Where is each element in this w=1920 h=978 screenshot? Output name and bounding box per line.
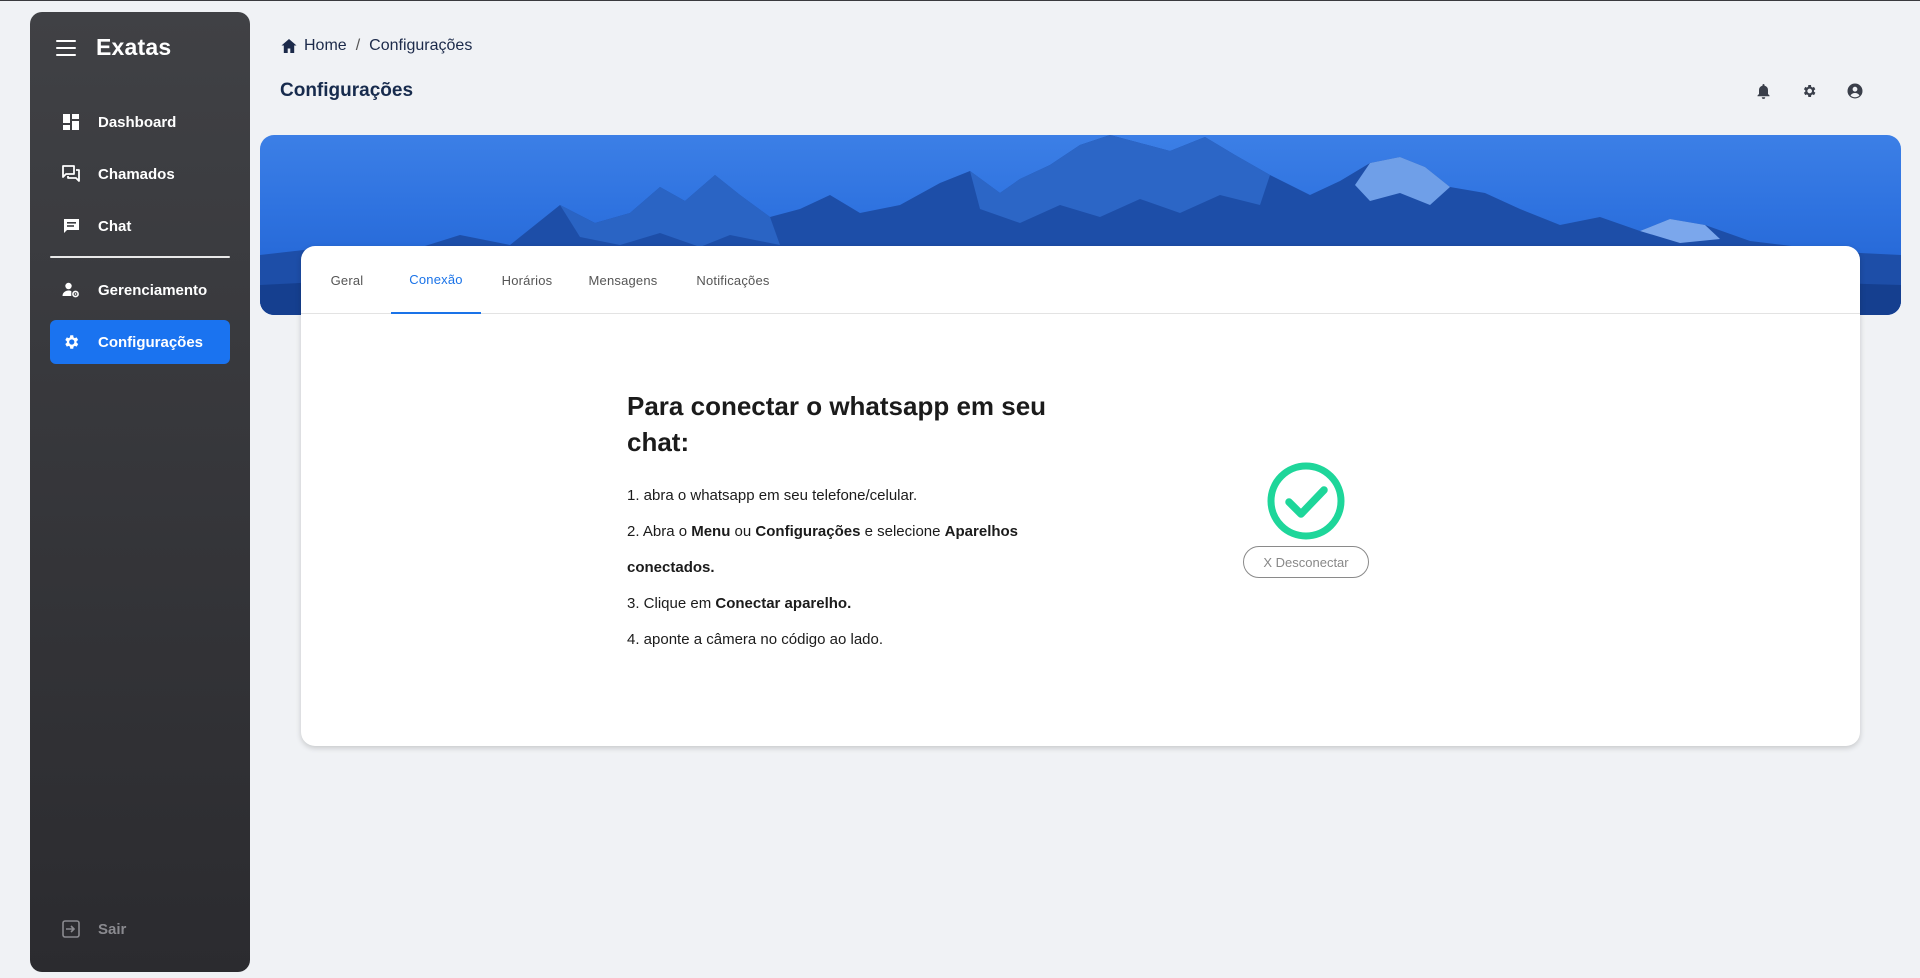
sidebar-nav: Dashboard Chamados Chat Gerenciamento Co… bbox=[50, 100, 230, 372]
gear-icon bbox=[62, 333, 80, 351]
tab-conexao[interactable]: Conexão bbox=[391, 246, 481, 314]
breadcrumb: Home / Configurações bbox=[280, 37, 472, 55]
logout-button[interactable]: Sair bbox=[62, 920, 126, 938]
logout-label: Sair bbox=[98, 920, 127, 938]
breadcrumb-home-link[interactable]: Home bbox=[304, 37, 347, 55]
sidebar-item-label: Chat bbox=[98, 217, 132, 235]
sidebar-item-dashboard[interactable]: Dashboard bbox=[50, 100, 230, 144]
page-title: Configurações bbox=[280, 80, 414, 101]
instruction-step-1: 1. abra o whatsapp em seu telefone/celul… bbox=[627, 487, 918, 504]
hamburger-menu-icon[interactable] bbox=[56, 39, 76, 56]
tab-mensagens[interactable]: Mensagens bbox=[580, 246, 666, 314]
check-circle-icon bbox=[1267, 462, 1345, 540]
instructions-title: Para conectar o whatsapp em seu chat: bbox=[627, 391, 1047, 457]
header-actions bbox=[1754, 82, 1864, 100]
connection-status: X Desconectar bbox=[1243, 462, 1369, 578]
gear-icon[interactable] bbox=[1800, 82, 1818, 100]
home-icon[interactable] bbox=[280, 37, 298, 55]
sidebar-item-chamados[interactable]: Chamados bbox=[50, 152, 230, 196]
sidebar-item-label: Dashboard bbox=[98, 113, 177, 131]
sidebar-divider bbox=[50, 256, 230, 258]
breadcrumb-current: Configurações bbox=[369, 37, 473, 54]
sidebar-header: Exatas bbox=[56, 34, 171, 61]
sidebar-item-gerenciamento[interactable]: Gerenciamento bbox=[50, 268, 230, 312]
disconnect-button[interactable]: X Desconectar bbox=[1243, 546, 1369, 578]
tab-horarios[interactable]: Horários bbox=[492, 246, 562, 314]
instruction-step-2: 2. Abra o Menu ou Configurações e seleci… bbox=[627, 523, 1019, 576]
chat-icon bbox=[62, 217, 80, 235]
settings-card: Geral Conexão Horários Mensagens Notific… bbox=[301, 246, 1860, 746]
instruction-step-3: 3. Clique em Conectar aparelho. bbox=[627, 595, 852, 612]
logout-icon bbox=[62, 920, 80, 938]
connection-instructions: Para conectar o whatsapp em seu chat: 1.… bbox=[627, 388, 1067, 658]
sidebar: Exatas Dashboard Chamados Chat Gerenciam… bbox=[30, 12, 250, 972]
brand-name: Exatas bbox=[96, 34, 172, 60]
dashboard-icon bbox=[62, 113, 80, 131]
manage-accounts-icon bbox=[62, 281, 80, 299]
instruction-step-4: 4. aponte a câmera no código ao lado. bbox=[627, 631, 884, 648]
breadcrumb-separator: / bbox=[355, 37, 361, 54]
bell-icon[interactable] bbox=[1754, 82, 1772, 100]
tab-notificacoes[interactable]: Notificações bbox=[685, 246, 781, 314]
settings-tabs: Geral Conexão Horários Mensagens Notific… bbox=[301, 246, 1860, 314]
sidebar-item-label: Configurações bbox=[98, 333, 204, 351]
tab-geral[interactable]: Geral bbox=[319, 246, 375, 314]
sidebar-item-label: Chamados bbox=[98, 165, 175, 183]
sidebar-item-configuracoes[interactable]: Configurações bbox=[50, 320, 230, 364]
sidebar-item-chat[interactable]: Chat bbox=[50, 204, 230, 248]
sidebar-item-label: Gerenciamento bbox=[98, 281, 208, 299]
account-circle-icon[interactable] bbox=[1846, 82, 1864, 100]
forum-icon bbox=[62, 165, 80, 183]
